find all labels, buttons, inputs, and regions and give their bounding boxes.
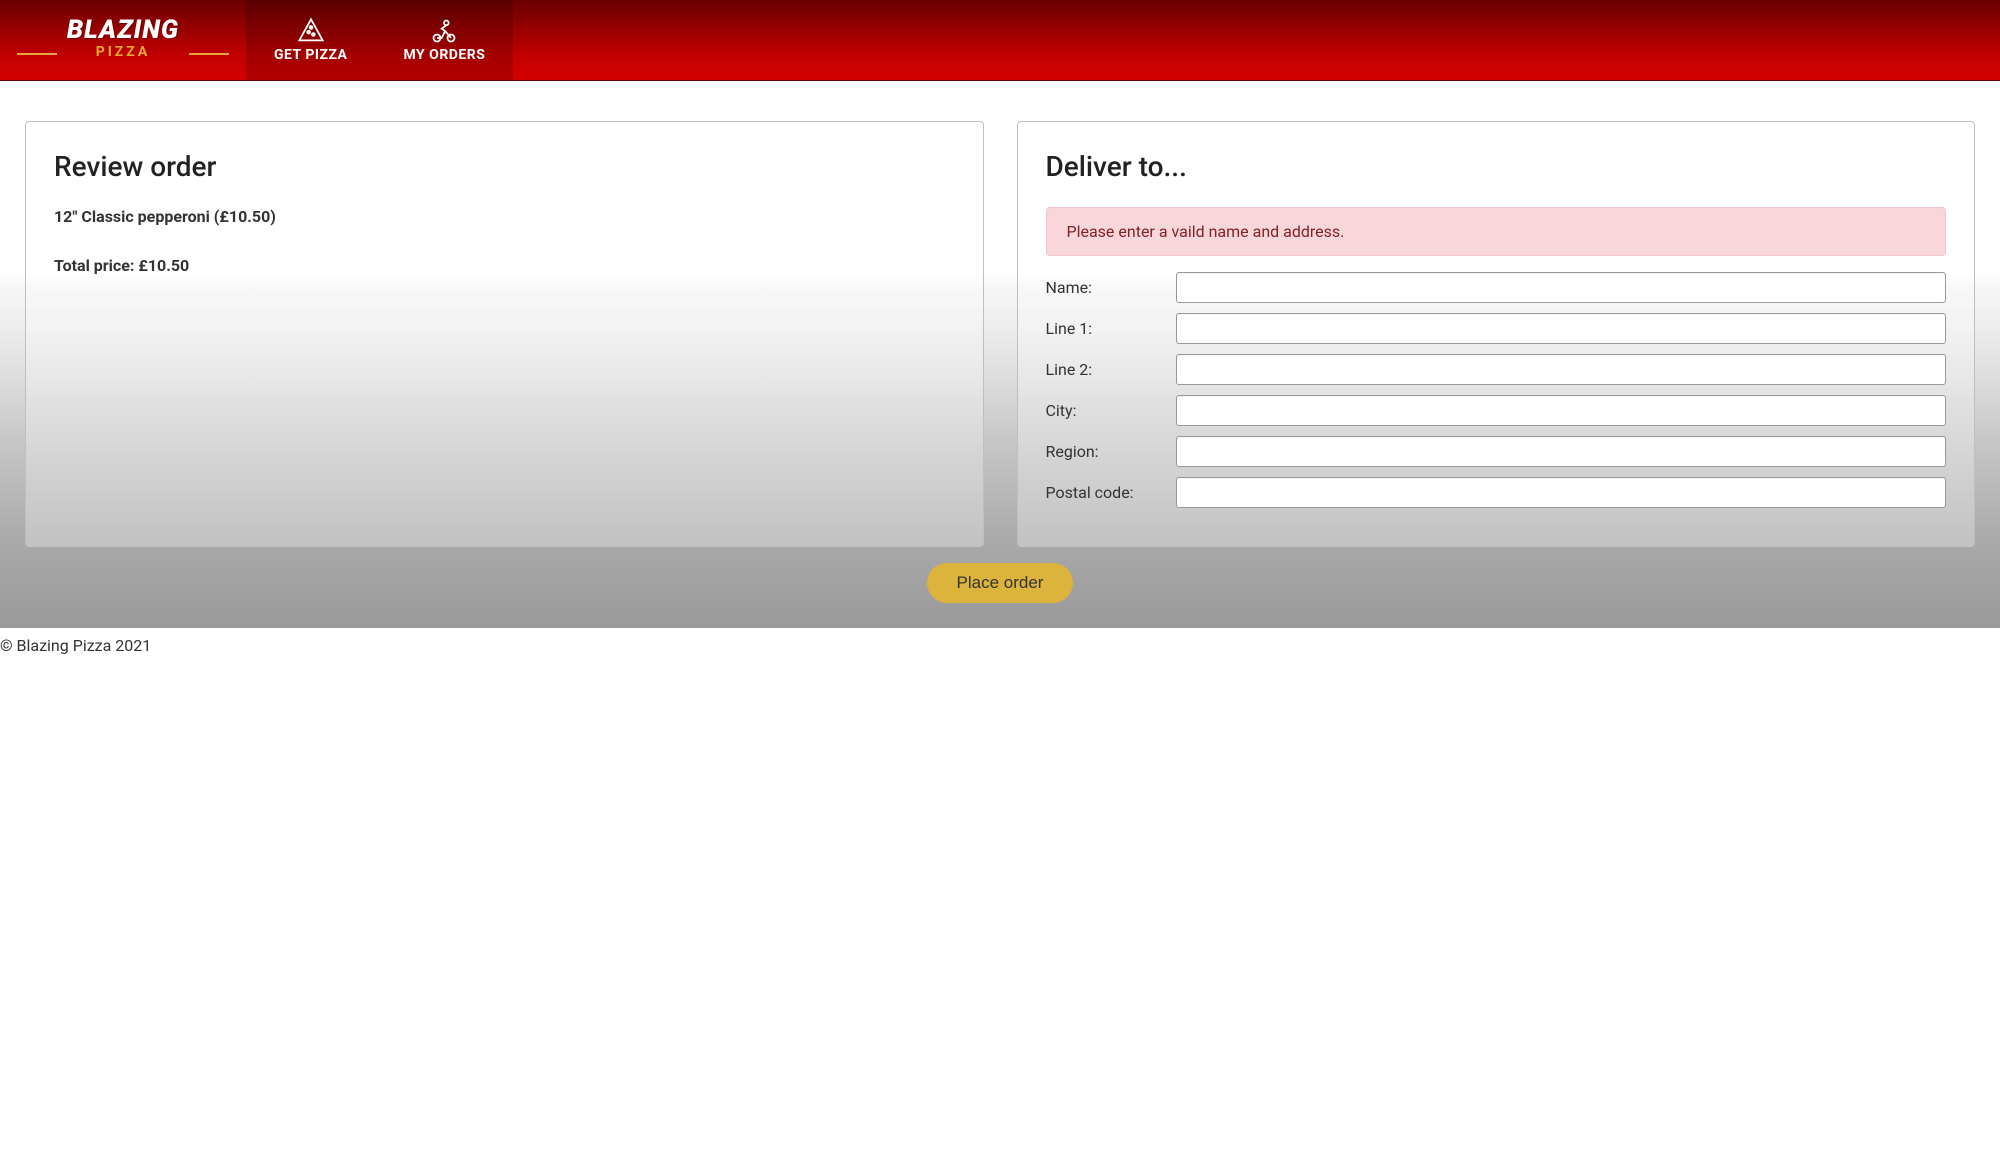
postal-code-field[interactable] — [1176, 477, 1947, 508]
form-row-line1: Line 1: — [1046, 313, 1947, 344]
label-city: City: — [1046, 401, 1176, 420]
form-row-line2: Line 2: — [1046, 354, 1947, 385]
validation-alert: Please enter a vaild name and address. — [1046, 207, 1947, 256]
label-name: Name: — [1046, 278, 1176, 297]
form-row-city: City: — [1046, 395, 1947, 426]
label-postal: Postal code: — [1046, 483, 1176, 502]
nav-my-orders[interactable]: MY ORDERS — [375, 0, 513, 80]
main-background: Review order 12" Classic pepperoni (£10.… — [0, 81, 2000, 628]
motorbike-icon — [430, 17, 458, 45]
header: BLAZING PIZZA GET PIZZA MY ORDERS — [0, 0, 2000, 81]
order-line-item: 12" Classic pepperoni (£10.50) — [54, 207, 955, 226]
logo-main-text: BLAZING — [67, 17, 179, 43]
line2-field[interactable] — [1176, 354, 1947, 385]
main-content: Review order 12" Classic pepperoni (£10.… — [0, 81, 2000, 563]
form-row-region: Region: — [1046, 436, 1947, 467]
order-total: Total price: £10.50 — [54, 256, 955, 275]
footer-text: © Blazing Pizza 2021 — [0, 636, 151, 655]
pizza-icon — [297, 17, 325, 45]
label-region: Region: — [1046, 442, 1176, 461]
review-order-panel: Review order 12" Classic pepperoni (£10.… — [25, 121, 984, 547]
nav: GET PIZZA MY ORDERS — [246, 0, 513, 80]
logo-sub-text: PIZZA — [67, 43, 179, 63]
button-row: Place order — [0, 563, 2000, 628]
delivery-panel: Deliver to... Please enter a vaild name … — [1017, 121, 1976, 547]
review-order-title: Review order — [54, 150, 955, 183]
region-field[interactable] — [1176, 436, 1947, 467]
label-line2: Line 2: — [1046, 360, 1176, 379]
nav-get-pizza[interactable]: GET PIZZA — [246, 0, 375, 80]
city-field[interactable] — [1176, 395, 1947, 426]
name-field[interactable] — [1176, 272, 1947, 303]
footer: © Blazing Pizza 2021 — [0, 628, 2000, 663]
nav-my-orders-label: MY ORDERS — [403, 47, 485, 63]
nav-get-pizza-label: GET PIZZA — [274, 47, 347, 63]
form-row-postal: Postal code: — [1046, 477, 1947, 508]
label-line1: Line 1: — [1046, 319, 1176, 338]
logo-area[interactable]: BLAZING PIZZA — [0, 0, 246, 80]
delivery-title: Deliver to... — [1046, 150, 1947, 183]
place-order-button[interactable]: Place order — [927, 563, 1074, 603]
form-row-name: Name: — [1046, 272, 1947, 303]
logo: BLAZING PIZZA — [57, 17, 189, 63]
line1-field[interactable] — [1176, 313, 1947, 344]
